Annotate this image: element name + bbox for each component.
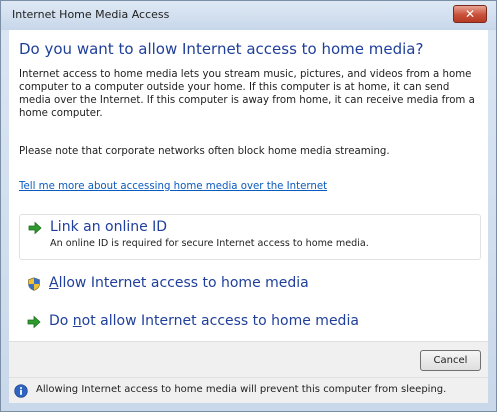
do-not-allow-pre: Do: [49, 313, 73, 329]
allow-access-accel: A: [49, 275, 59, 291]
do-not-allow-option[interactable]: Do not allow Internet access to home med…: [19, 311, 481, 337]
window-title: Internet Home Media Access: [12, 8, 170, 21]
dialog-content: Do you want to allow Internet access to …: [9, 30, 488, 341]
footer-text: Allowing Internet access to home media w…: [36, 384, 447, 395]
title-bar[interactable]: Internet Home Media Access ✕: [1, 1, 496, 30]
help-link[interactable]: Tell me more about accessing home media …: [19, 181, 327, 192]
info-icon: [14, 384, 28, 398]
do-not-allow-accel: n: [72, 313, 82, 329]
link-online-id-title: Link an online ID: [50, 219, 168, 235]
corporate-note: Please note that corporate networks ofte…: [19, 146, 390, 157]
close-icon: ✕: [464, 7, 476, 21]
description-paragraph: Internet access to home media lets you s…: [19, 69, 475, 119]
close-button[interactable]: ✕: [453, 5, 487, 23]
link-online-id-option[interactable]: Link an online ID An online ID is requir…: [19, 214, 481, 260]
uac-shield-icon: [28, 277, 40, 291]
footer-bar: Allowing Internet access to home media w…: [9, 377, 488, 403]
cancel-button[interactable]: Cancel: [420, 350, 481, 371]
allow-access-option[interactable]: Allow Internet access to home media: [19, 273, 481, 299]
button-row: Cancel: [9, 341, 488, 377]
allow-access-text: llow Internet access to home media: [58, 275, 309, 291]
green-arrow-icon: [27, 315, 41, 329]
do-not-allow-title: Do not allow Internet access to home med…: [49, 313, 359, 329]
green-arrow-icon: [28, 221, 42, 235]
dialog-window: Internet Home Media Access ✕ Do you want…: [0, 0, 497, 412]
do-not-allow-text: ot allow Internet access to home media: [81, 313, 359, 329]
allow-access-title: Allow Internet access to home media: [49, 275, 309, 291]
dialog-heading: Do you want to allow Internet access to …: [19, 40, 424, 58]
link-online-id-subtitle: An online ID is required for secure Inte…: [50, 238, 369, 249]
